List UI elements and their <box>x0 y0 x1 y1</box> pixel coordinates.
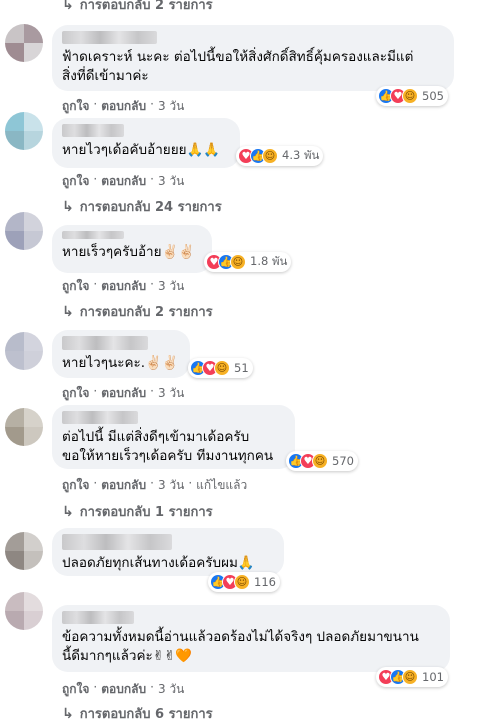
comment-bubble: ฟ้าดเคราะห์ นะคะ ต่อไปนี้ขอให้สิ่งศักดิ์… <box>52 25 454 91</box>
edited-label: แก้ไขแล้ว <box>196 478 248 492</box>
avatar[interactable] <box>5 532 43 570</box>
timestamp[interactable]: 3 วัน <box>158 172 184 191</box>
comment-author-blurred[interactable] <box>62 124 124 137</box>
reply-button[interactable]: ตอบกลับ <box>101 97 146 116</box>
comment-text: หายไวๆนะคะ.✌🏻✌🏻 <box>62 355 179 371</box>
comment-author-blurred[interactable] <box>62 534 172 550</box>
comment-text: ปลอดภัยทุกเส้นทางเด้อครับผม🙏 <box>62 555 255 571</box>
replies-label: การตอบกลับ 24 รายการ <box>79 200 222 215</box>
comment-author-blurred[interactable] <box>62 336 148 350</box>
comment-author-blurred[interactable] <box>62 231 124 239</box>
replies-label: การตอบกลับ 6 รายการ <box>79 707 213 721</box>
care-icon: ☺ <box>262 148 278 164</box>
reaction-count: 101 <box>422 670 444 684</box>
avatar[interactable] <box>5 332 43 370</box>
avatar[interactable] <box>5 592 43 630</box>
comment-text: ฟ้าดเคราะห์ นะคะ ต่อไปนี้ขอให้สิ่งศักดิ์… <box>62 49 414 84</box>
care-icon: ☺ <box>312 453 328 469</box>
view-replies-link[interactable]: ↳ การตอบกลับ 1 รายการ <box>62 501 213 522</box>
replies-label: การตอบกลับ 1 รายการ <box>79 505 213 520</box>
view-replies-link[interactable]: ↳ การตอบกลับ 24 รายการ <box>62 196 222 217</box>
timestamp[interactable]: 3 วัน <box>158 476 184 495</box>
comment-bubble: หายไวๆนะคะ.✌🏻✌🏻 <box>52 330 190 378</box>
reply-button[interactable]: ตอบกลับ <box>101 172 146 191</box>
timestamp[interactable]: 3 วัน <box>158 680 184 699</box>
like-button[interactable]: ถูกใจ <box>62 680 89 699</box>
care-icon: ☺ <box>214 360 230 376</box>
view-replies-link[interactable]: ↳ การตอบกลับ 2 รายการ <box>62 0 213 15</box>
timestamp[interactable]: 3 วัน <box>158 97 184 116</box>
care-icon: ☺ <box>234 574 250 590</box>
comment-text: หายเร็วๆครับอ้าย✌🏻✌🏻 <box>62 244 196 260</box>
timestamp[interactable]: 3 วัน <box>158 384 184 403</box>
reactions-badge[interactable]: ♥ 👍 ☺ 1.8 พัน <box>204 252 292 272</box>
reply-arrow-icon: ↳ <box>62 198 74 215</box>
comment-actions: ถูกใจ · ตอบกลับ · 3 วัน <box>62 384 184 403</box>
avatar[interactable] <box>5 408 43 446</box>
reply-arrow-icon: ↳ <box>62 0 74 13</box>
reaction-count: 4.3 พัน <box>282 148 320 162</box>
reaction-count: 116 <box>254 575 276 589</box>
view-replies-link[interactable]: ↳ การตอบกลับ 6 รายการ <box>62 703 213 721</box>
reply-button[interactable]: ตอบกลับ <box>101 384 146 403</box>
comment-bubble: หายไวๆเด้อคับอ้ายยย🙏🙏 <box>52 118 240 168</box>
like-button[interactable]: ถูกใจ <box>62 172 89 191</box>
reactions-badge[interactable]: 👍 ♥ ☺ 505 <box>376 86 448 106</box>
reply-button[interactable]: ตอบกลับ <box>101 476 146 495</box>
comment-actions: ถูกใจ · ตอบกลับ · 3 วัน · แก้ไขแล้ว <box>62 476 247 495</box>
reaction-count: 505 <box>422 89 444 103</box>
care-icon: ☺ <box>402 669 418 685</box>
comment-bubble: ข้อความทั้งหมดนี้อ่านแล้วอดร้องไม่ได้จริ… <box>52 605 450 672</box>
reactions-badge[interactable]: 👍 ♥ ☺ 116 <box>208 572 280 592</box>
like-button[interactable]: ถูกใจ <box>62 97 89 116</box>
reply-arrow-icon: ↳ <box>62 303 74 320</box>
avatar[interactable] <box>5 112 43 150</box>
comment-author-blurred[interactable] <box>62 411 138 424</box>
comment-actions: ถูกใจ · ตอบกลับ · 3 วัน <box>62 680 184 699</box>
comment-actions: ถูกใจ · ตอบกลับ · 3 วัน <box>62 97 184 116</box>
reactions-badge[interactable]: ♥ 👍 ☺ 101 <box>376 667 448 687</box>
avatar[interactable] <box>5 24 43 62</box>
like-button[interactable]: ถูกใจ <box>62 384 89 403</box>
reaction-count: 51 <box>234 361 249 375</box>
like-button[interactable]: ถูกใจ <box>62 277 89 296</box>
reply-button[interactable]: ตอบกลับ <box>101 680 146 699</box>
replies-label: การตอบกลับ 2 รายการ <box>79 305 213 320</box>
replies-label: การตอบกลับ 2 รายการ <box>79 0 213 13</box>
avatar[interactable] <box>5 212 43 250</box>
reply-button[interactable]: ตอบกลับ <box>101 277 146 296</box>
reactions-badge[interactable]: ♥ 👍 ☺ 4.3 พัน <box>236 146 324 166</box>
care-icon: ☺ <box>230 254 246 270</box>
comment-text: ข้อความทั้งหมดนี้อ่านแล้วอดร้องไม่ได้จริ… <box>62 629 419 664</box>
like-button[interactable]: ถูกใจ <box>62 476 89 495</box>
reaction-count: 570 <box>332 454 354 468</box>
comment-text: ต่อไปนี้ มีแต่สิ่งดีๆเข้ามาเด้อครับ ขอให… <box>62 429 274 464</box>
reply-arrow-icon: ↳ <box>62 705 74 721</box>
care-icon: ☺ <box>402 88 418 104</box>
reaction-count: 1.8 พัน <box>250 254 288 268</box>
comment-author-blurred[interactable] <box>62 31 157 44</box>
reply-arrow-icon: ↳ <box>62 503 74 520</box>
reactions-badge[interactable]: 👍 ♥ ☺ 570 <box>286 451 358 471</box>
comment-actions: ถูกใจ · ตอบกลับ · 3 วัน <box>62 277 184 296</box>
reactions-badge[interactable]: 👍 ♥ ☺ 51 <box>188 358 253 378</box>
comment-bubble: หายเร็วๆครับอ้าย✌🏻✌🏻 <box>52 225 212 273</box>
comment-bubble: ต่อไปนี้ มีแต่สิ่งดีๆเข้ามาเด้อครับ ขอให… <box>52 405 295 469</box>
timestamp[interactable]: 3 วัน <box>158 277 184 296</box>
comment-bubble: ปลอดภัยทุกเส้นทางเด้อครับผม🙏 <box>52 528 284 576</box>
comment-text: หายไวๆเด้อคับอ้ายยย🙏🙏 <box>62 142 221 158</box>
comment-actions: ถูกใจ · ตอบกลับ · 3 วัน <box>62 172 184 191</box>
view-replies-link[interactable]: ↳ การตอบกลับ 2 รายการ <box>62 301 213 322</box>
comment-author-blurred[interactable] <box>62 611 134 624</box>
